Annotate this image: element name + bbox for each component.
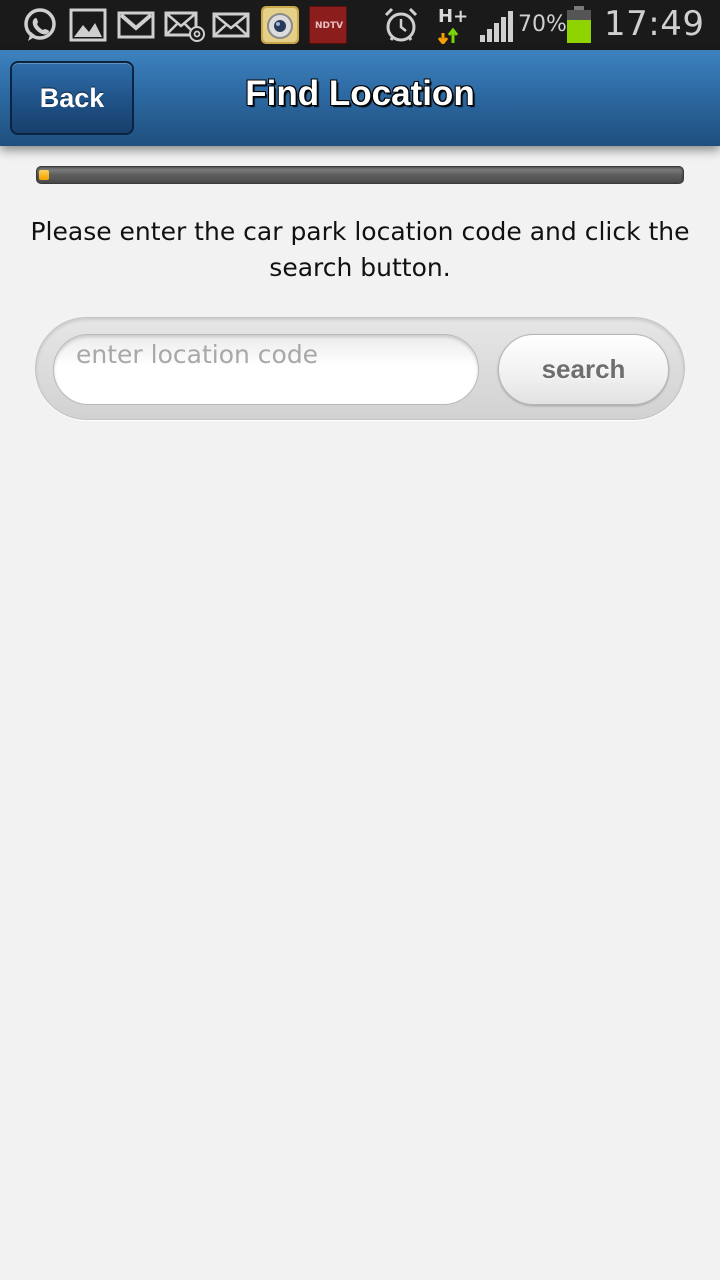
- mail-icon: [212, 7, 250, 43]
- progress-fill: [39, 170, 49, 180]
- battery-fill: [567, 20, 591, 43]
- status-bar: NDTV H+ 70% 17:49: [0, 0, 720, 50]
- battery-icon: [566, 6, 592, 43]
- email-icon: [164, 7, 206, 43]
- back-button[interactable]: Back: [10, 61, 134, 135]
- network-type-label: H+: [438, 6, 469, 27]
- battery-percentage: 70%: [518, 12, 567, 37]
- ndtv-icon: NDTV: [309, 6, 347, 44]
- whatsapp-icon: [20, 7, 60, 43]
- search-button[interactable]: search: [498, 334, 669, 405]
- gallery-icon: [69, 7, 107, 43]
- ndtv-label: NDTV: [314, 21, 344, 31]
- network-type-indicator: H+: [438, 6, 469, 44]
- search-bar: search: [35, 317, 685, 420]
- app-header: Back Find Location: [0, 50, 720, 146]
- camera-app-icon: [260, 5, 300, 44]
- instructions-text: Please enter the car park location code …: [30, 217, 690, 282]
- status-clock: 17:49: [604, 4, 705, 44]
- progress-bar: [36, 166, 684, 184]
- signal-strength-icon: [478, 9, 514, 45]
- location-code-input[interactable]: [53, 334, 479, 405]
- gmail-icon: [117, 7, 155, 43]
- data-activity-icon: [438, 28, 459, 44]
- alarm-clock-icon: [382, 6, 420, 42]
